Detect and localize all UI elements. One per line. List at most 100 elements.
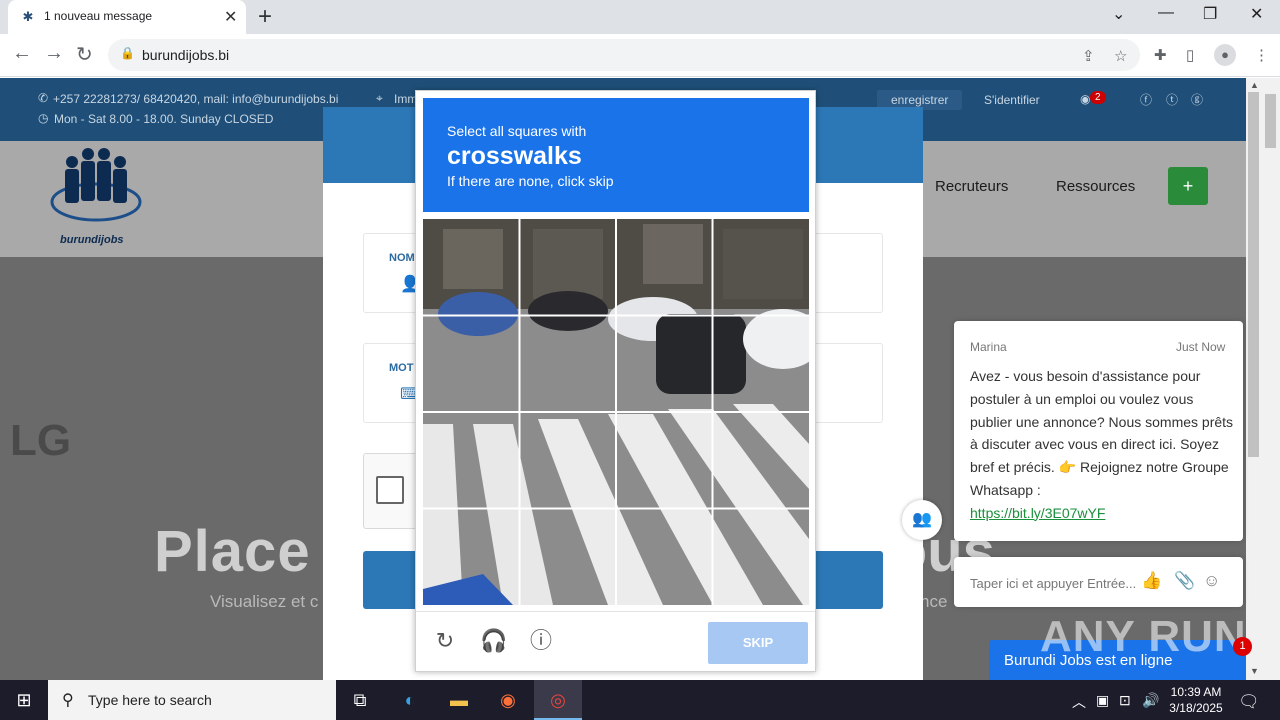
network-icon[interactable]: ⊡ [1119, 692, 1131, 709]
close-window-button[interactable]: ✕ [1250, 4, 1263, 24]
opening-hours: Mon - Sat 8.00 - 18.00. Sunday CLOSED [54, 112, 274, 126]
google-icon[interactable]: ⓖ [1191, 91, 1203, 108]
windows-taskbar: ⊞ ⚲ Type here to search ⧉ ◐ ▬ ◉ ◎ ︿ ▣ ⊡ … [0, 680, 1280, 720]
taskbar-search-placeholder[interactable]: Type here to search [88, 692, 212, 708]
captcha-tile[interactable] [423, 413, 518, 508]
chat-agent-name: Marina [970, 340, 1007, 354]
share-icon[interactable]: ⇪ [1082, 47, 1095, 65]
address-text: Imm [394, 92, 418, 106]
forward-arrow-icon[interactable]: → [44, 42, 64, 65]
captcha-tile[interactable] [520, 316, 615, 411]
lock-icon[interactable]: 🔒 [120, 46, 135, 60]
chat-message-bubble: Marina Just Now Avez - vous besoin d'ass… [954, 321, 1243, 541]
captcha-tile[interactable] [617, 316, 712, 411]
extensions-puzzle-icon[interactable]: ✚ [1154, 46, 1167, 64]
reload-icon[interactable]: ↻ [76, 42, 93, 67]
tab-bar: ✱ 1 nouveau message ✕ + ⌄ — ❐ ✕ [0, 0, 1280, 34]
captcha-image-grid [423, 219, 809, 605]
minimize-button[interactable]: — [1158, 4, 1174, 22]
info-icon[interactable]: ⓘ [528, 628, 554, 654]
audio-challenge-headphones-icon[interactable]: 🎧 [480, 628, 507, 654]
captcha-tile[interactable] [714, 510, 809, 605]
captcha-tile[interactable] [520, 219, 615, 314]
clock-time: 10:39 AM [1170, 685, 1222, 699]
emoji-icon[interactable]: ☺ [1203, 571, 1220, 591]
logo-people-icon [50, 148, 142, 222]
chat-input-box[interactable]: Taper ici et appuyer Entrée... 👍 📎 ☺ [954, 557, 1243, 607]
edge-browser-icon[interactable]: ◐ [386, 680, 434, 720]
captcha-tile[interactable] [714, 316, 809, 411]
browser-tab[interactable]: ✱ 1 nouveau message ✕ [8, 0, 246, 34]
scroll-up-arrow-icon[interactable]: ▲ [1250, 80, 1259, 90]
captcha-tile[interactable] [714, 413, 809, 508]
captcha-challenge: Select all squares with crosswalks If th… [415, 90, 816, 672]
captcha-tile[interactable] [423, 510, 518, 605]
site-logo[interactable]: burundijobs [48, 144, 144, 248]
restore-button[interactable]: ❐ [1203, 4, 1217, 24]
notification-count: 2 [1090, 91, 1106, 104]
login-link[interactable]: S'identifier [984, 93, 1040, 107]
captcha-tile[interactable] [617, 219, 712, 314]
file-explorer-icon[interactable]: ▬ [435, 680, 483, 720]
chat-message-body: Avez - vous besoin d'assistance pour pos… [970, 368, 1234, 498]
side-panel-icon[interactable]: ▯ [1186, 46, 1194, 64]
tray-device-icon[interactable]: ▣ [1096, 692, 1109, 709]
captcha-instruction-text: Select all squares with [447, 123, 587, 139]
page-scrollbar[interactable]: ▲ ▼ [1246, 78, 1280, 680]
url-text[interactable]: burundijobs.bi [142, 47, 229, 63]
twitter-icon[interactable]: ⓣ [1166, 91, 1178, 108]
notifications-icon[interactable]: 🗨 [1238, 692, 1260, 712]
scroll-down-arrow-icon[interactable]: ▼ [1250, 666, 1259, 676]
volume-icon[interactable]: 🔊 [1142, 692, 1159, 709]
clock-icon: ◷ [38, 111, 49, 125]
tab-close-icon[interactable]: ✕ [224, 7, 237, 27]
tab-search-icon[interactable]: ⌄ [1112, 4, 1125, 24]
skip-button[interactable]: SKIP [708, 622, 808, 664]
password-label: MOT [389, 362, 414, 374]
firefox-icon[interactable]: ◉ [484, 680, 532, 720]
nav-recruteurs[interactable]: Recruteurs [935, 178, 1008, 195]
hero-subtitle-right: nce [920, 592, 948, 611]
chat-timestamp: Just Now [1176, 340, 1226, 354]
menu-kebab-icon[interactable]: ⋮ [1254, 46, 1269, 64]
inner-scroll-thumb[interactable] [1265, 94, 1276, 148]
tray-chevron-icon[interactable]: ︿ [1072, 692, 1086, 712]
anyrun-watermark: ANY RUN [1040, 612, 1247, 661]
clock-date: 3/18/2025 [1169, 701, 1223, 715]
captcha-tile[interactable] [423, 316, 518, 411]
captcha-tile[interactable] [617, 510, 712, 605]
reload-challenge-icon[interactable]: ↻ [432, 628, 458, 654]
username-label: NOM [389, 252, 415, 264]
captcha-tile[interactable] [617, 413, 712, 508]
attachment-icon[interactable]: 📎 [1174, 571, 1195, 591]
new-tab-button[interactable]: + [258, 3, 272, 31]
page-scroll-thumb[interactable] [1248, 92, 1259, 457]
taskbar-search-box[interactable]: ⚲ Type here to search [48, 680, 336, 720]
back-arrow-icon[interactable]: ← [12, 42, 32, 65]
post-job-plus-button[interactable]: + [1168, 167, 1208, 205]
chat-message-text: Avez - vous besoin d'assistance pour pos… [970, 365, 1234, 525]
notification-bell-icon[interactable]: ◉ [1080, 92, 1090, 106]
taskbar-clock[interactable]: 10:39 AM 3/18/2025 [1168, 684, 1224, 716]
facebook-icon[interactable]: ⓕ [1140, 91, 1152, 108]
site-favicon-icon: ✱ [22, 9, 34, 24]
captcha-tile[interactable] [520, 510, 615, 605]
whatsapp-group-link[interactable]: https://bit.ly/3E07wYF [970, 505, 1105, 521]
task-view-icon[interactable]: ⧉ [336, 680, 384, 720]
chrome-icon[interactable]: ◎ [534, 680, 582, 720]
captcha-tile[interactable] [423, 219, 518, 314]
hero-subtitle-left: Visualisez et c [210, 592, 319, 611]
captcha-target-word: crosswalks [447, 142, 582, 170]
recaptcha-checkbox[interactable] [376, 476, 404, 504]
captcha-tile[interactable] [520, 413, 615, 508]
captcha-tile[interactable] [714, 219, 809, 314]
bookmark-star-icon[interactable]: ☆ [1114, 47, 1127, 65]
chat-input-placeholder[interactable]: Taper ici et appuyer Entrée... [970, 576, 1136, 591]
profile-avatar-icon[interactable]: ● [1214, 44, 1236, 66]
omnibox[interactable]: 🔒 burundijobs.bi ⇪ ☆ [108, 39, 1140, 71]
chat-unread-badge: 1 [1233, 637, 1252, 656]
recaptcha-checkbox-container [363, 453, 423, 529]
start-windows-icon[interactable]: ⊞ [0, 680, 48, 720]
nav-ressources[interactable]: Ressources [1056, 178, 1135, 195]
thumbs-up-icon[interactable]: 👍 [1141, 571, 1162, 591]
